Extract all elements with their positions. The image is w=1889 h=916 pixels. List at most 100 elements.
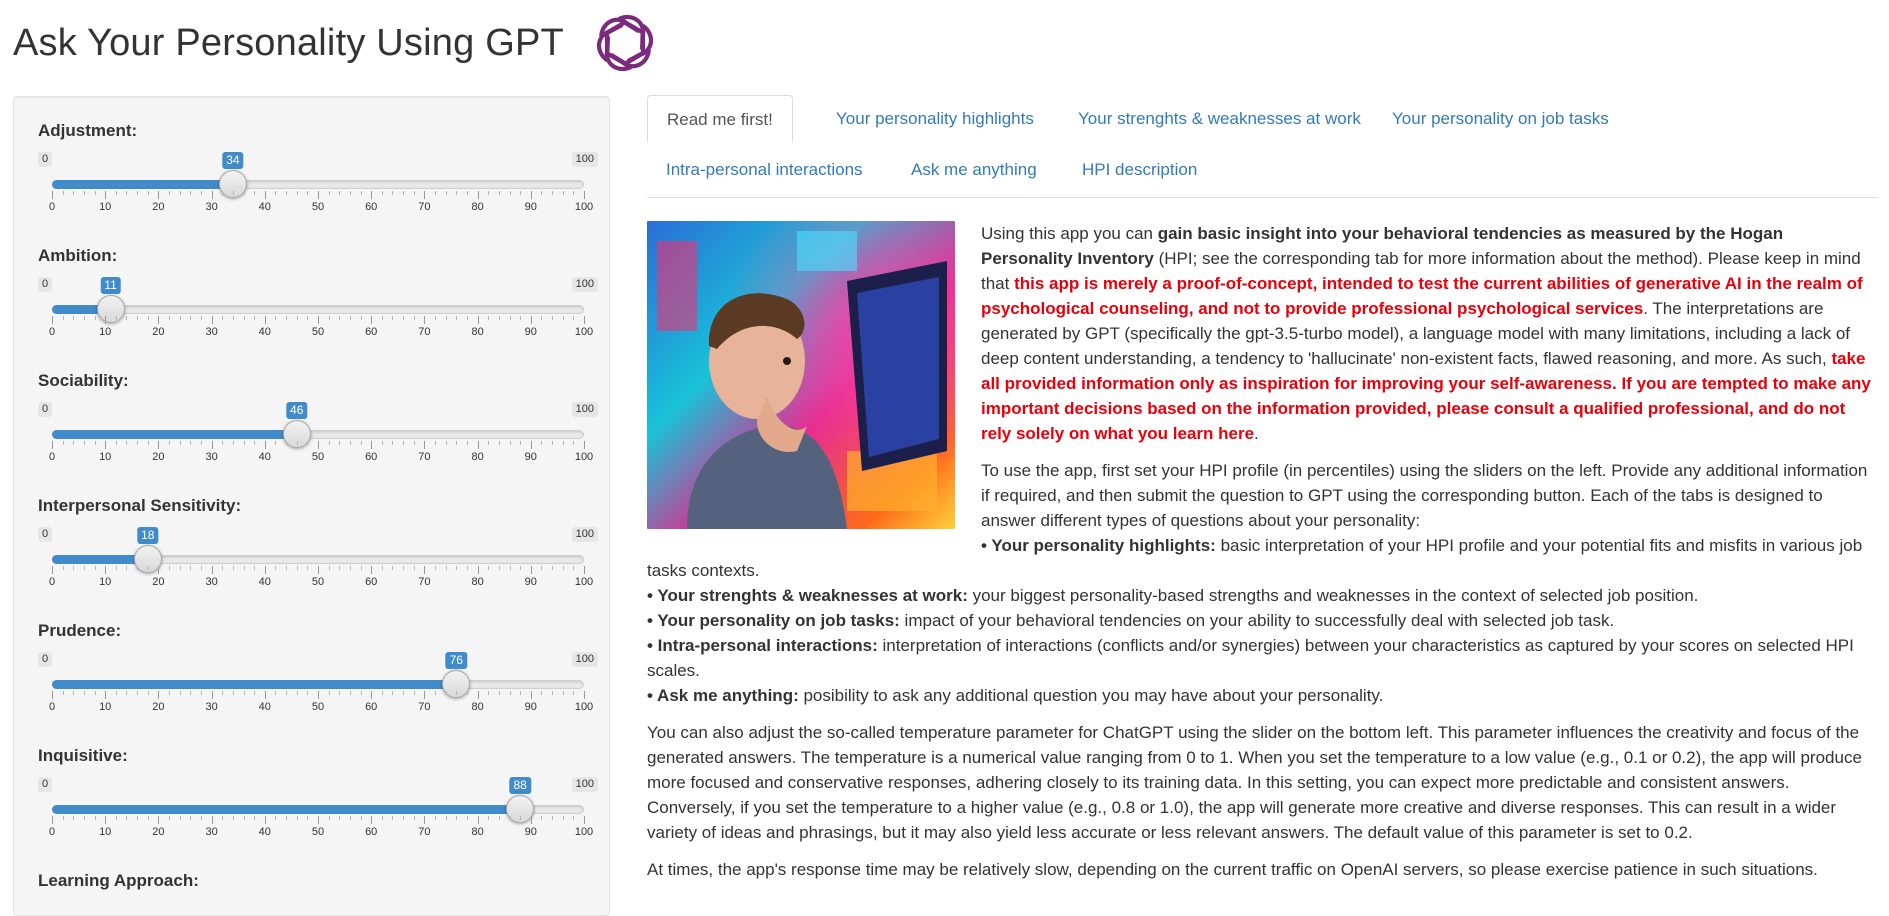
- tick-mark: [498, 441, 500, 445]
- tab-intra-personal-interactions[interactable]: Intra-personal interactions: [647, 146, 882, 194]
- tab-personality-highlights[interactable]: Your personality highlights: [817, 95, 1053, 143]
- tab-job-tasks[interactable]: Your personality on job tasks: [1373, 95, 1628, 143]
- person-at-computer-illustration-icon: [647, 221, 955, 529]
- slider-fill: [52, 430, 297, 439]
- tick-mark: [105, 566, 107, 574]
- tick-label: 40: [258, 201, 271, 213]
- tick-mark: [573, 691, 575, 695]
- tick-mark: [147, 191, 149, 195]
- tab-ask-me-anything[interactable]: Ask me anything: [892, 146, 1056, 194]
- tick-label: 70: [418, 201, 431, 213]
- tick-mark: [115, 816, 117, 820]
- tick-label: 10: [99, 326, 112, 338]
- slider-track[interactable]: [52, 555, 584, 564]
- tick-mark: [456, 441, 458, 445]
- slider-ticks: 0 10 20 30 40 50 60 70 80 90 100: [49, 816, 593, 846]
- tick-mark: [200, 566, 202, 570]
- tick-mark: [381, 691, 383, 695]
- tick-mark: [541, 316, 543, 320]
- slider-value-badge: 76: [445, 652, 467, 669]
- tick-mark: [584, 441, 585, 449]
- tick-mark: [520, 191, 522, 195]
- tick-label: 80: [471, 701, 484, 713]
- tick-mark: [403, 691, 405, 695]
- tab-strengths-weaknesses[interactable]: Your strenghts & weaknesses at work: [1059, 95, 1380, 143]
- list-item: • Intra-personal interactions: interpret…: [647, 636, 1854, 680]
- tick-label: 20: [152, 326, 165, 338]
- tick-mark: [435, 441, 437, 445]
- tick-label: 80: [471, 201, 484, 213]
- tick-mark: [445, 441, 447, 445]
- tick-mark: [424, 566, 426, 574]
- tick-mark: [392, 316, 394, 320]
- tick-mark: [466, 441, 468, 445]
- tick-label: 60: [365, 701, 378, 713]
- tick-mark: [243, 191, 245, 195]
- slider-track[interactable]: [52, 305, 584, 314]
- tick-label: 80: [471, 451, 484, 463]
- tick-label: 70: [418, 326, 431, 338]
- tick-mark: [62, 691, 64, 695]
- tick-mark: [169, 566, 171, 570]
- tick-mark: [562, 816, 564, 820]
- tick-mark: [73, 691, 75, 695]
- tick-mark: [137, 441, 139, 445]
- tick-mark: [254, 441, 256, 445]
- tick-mark: [488, 566, 490, 570]
- tick-mark: [286, 816, 288, 820]
- tick-mark: [147, 316, 149, 320]
- tick-mark: [83, 316, 85, 320]
- tick-mark: [105, 441, 107, 449]
- tick-mark: [264, 566, 266, 574]
- tick-label: 20: [152, 201, 165, 213]
- tick-mark: [349, 566, 351, 570]
- tick-mark: [530, 441, 532, 449]
- list-item: • Ask me anything: posibility to ask any…: [647, 686, 1384, 705]
- tick-mark: [392, 691, 394, 695]
- tick-mark: [573, 316, 575, 320]
- tick-mark: [477, 316, 479, 324]
- tick-mark: [115, 691, 117, 695]
- tick-mark: [477, 566, 479, 574]
- slider-label: Adjustment:: [38, 121, 138, 140]
- tick-mark: [392, 441, 394, 445]
- slider-max-label: 100: [571, 152, 598, 167]
- tab-read-me-first[interactable]: Read me first!: [647, 95, 793, 143]
- slider-track[interactable]: [52, 180, 584, 189]
- tick-mark: [232, 816, 234, 820]
- tick-mark: [477, 816, 479, 824]
- tick-label: 30: [205, 826, 218, 838]
- tick-mark: [488, 316, 490, 320]
- tick-mark: [552, 816, 554, 820]
- tick-mark: [435, 691, 437, 695]
- tick-label: 20: [152, 701, 165, 713]
- tick-mark: [584, 316, 585, 324]
- tick-label: 80: [471, 326, 484, 338]
- tick-mark: [286, 441, 288, 445]
- tick-label: 50: [311, 576, 325, 588]
- tick-label: 30: [205, 201, 218, 213]
- tick-label: 70: [418, 451, 431, 463]
- slider-track[interactable]: [52, 805, 584, 814]
- tab-hpi-description[interactable]: HPI description: [1063, 146, 1216, 194]
- tick-label: 90: [524, 326, 537, 338]
- tick-label: 60: [365, 201, 378, 213]
- tick-mark: [584, 191, 585, 199]
- tick-mark: [371, 566, 373, 574]
- tick-label: 90: [524, 201, 537, 213]
- tick-mark: [318, 191, 319, 199]
- tab-bar: Read me first! Your personality highligh…: [647, 94, 1878, 198]
- tick-label: 0: [48, 201, 56, 213]
- slider-track[interactable]: [52, 430, 584, 439]
- tick-mark: [424, 441, 426, 449]
- tick-mark: [115, 441, 117, 445]
- tick-mark: [158, 191, 160, 199]
- tick-mark: [94, 441, 96, 445]
- tick-mark: [137, 566, 139, 570]
- tick-mark: [371, 191, 373, 199]
- slider-track[interactable]: [52, 680, 584, 689]
- tick-label: 90: [524, 451, 537, 463]
- tick-mark: [73, 191, 75, 195]
- tick-mark: [232, 191, 234, 195]
- page-title: Ask Your Personality Using GPT: [13, 21, 564, 64]
